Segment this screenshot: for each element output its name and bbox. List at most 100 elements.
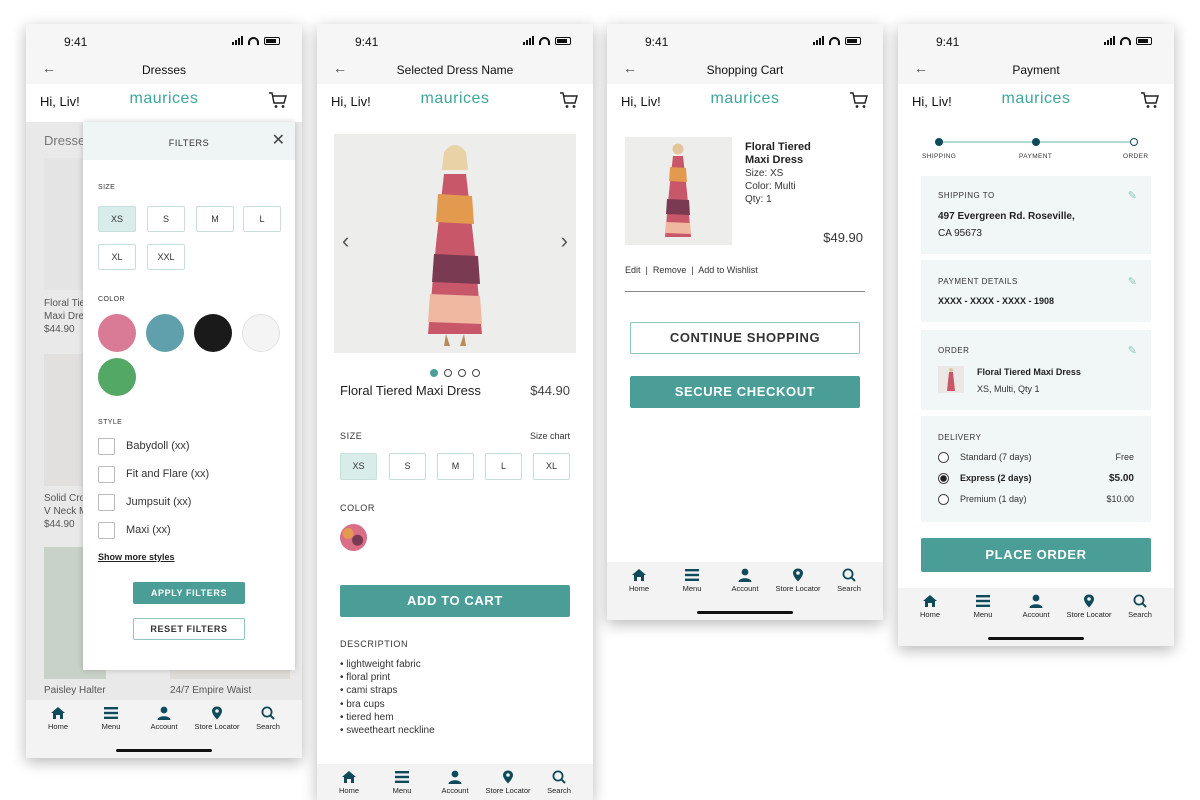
search-icon <box>842 568 856 582</box>
tab-search[interactable]: Search <box>1114 594 1166 619</box>
tab-menu[interactable]: Menu <box>85 706 137 731</box>
cart-item-thumbnail[interactable] <box>625 137 732 245</box>
nav-bar: ← Selected Dress Name <box>317 54 593 84</box>
tab-store-locator[interactable]: Store Locator <box>1063 594 1115 619</box>
tab-home[interactable]: Home <box>904 594 956 619</box>
size-option-l[interactable]: L <box>243 206 281 232</box>
edit-pencil-icon[interactable]: ✎ <box>1128 189 1137 202</box>
size-label: SIZE <box>340 431 363 441</box>
style-checkbox[interactable] <box>98 438 115 455</box>
cart-icon[interactable] <box>1140 91 1160 109</box>
search-icon <box>261 706 275 720</box>
color-swatch-white[interactable] <box>242 314 280 352</box>
delivery-radio-selected[interactable] <box>938 473 949 484</box>
color-swatch-teal[interactable] <box>146 314 184 352</box>
cart-item-actions[interactable]: Edit | Remove | Add to Wishlist <box>625 265 758 275</box>
screen-shopping-cart: 9:41 ← Shopping Cart Hi, Liv! maurices F… <box>607 24 883 620</box>
home-icon <box>632 569 646 581</box>
style-checkbox[interactable] <box>98 466 115 483</box>
size-option-xs[interactable]: XS <box>340 453 377 480</box>
size-option-m[interactable]: M <box>437 453 474 480</box>
tab-store-locator[interactable]: Store Locator <box>772 568 824 593</box>
step-dot-shipping[interactable] <box>935 138 943 146</box>
apply-filters-button[interactable]: APPLY FILTERS <box>133 582 245 604</box>
filters-panel: FILTERS ✕ SIZE XS S M L XL XXL COLOR STY… <box>83 122 295 670</box>
cart-icon[interactable] <box>268 91 288 109</box>
page-title: Shopping Cart <box>706 63 784 77</box>
edit-pencil-icon[interactable]: ✎ <box>1128 344 1137 357</box>
color-swatch-floral[interactable] <box>340 524 367 551</box>
tab-account[interactable]: Account <box>429 770 481 795</box>
product-image-carousel[interactable]: ‹ › <box>334 134 576 353</box>
delivery-radio[interactable] <box>938 494 949 505</box>
delivery-radio[interactable] <box>938 452 949 463</box>
carousel-dot[interactable] <box>472 369 480 377</box>
wifi-icon <box>539 37 550 45</box>
reset-filters-button[interactable]: RESET FILTERS <box>133 618 245 640</box>
tab-account[interactable]: Account <box>719 568 771 593</box>
cart-icon[interactable] <box>849 91 869 109</box>
size-chart-link[interactable]: Size chart <box>530 431 570 441</box>
brand-logo[interactable]: maurices <box>607 90 883 108</box>
delivery-label: DELIVERY <box>938 433 982 442</box>
step-label: SHIPPING <box>922 153 957 160</box>
tab-account[interactable]: Account <box>138 706 190 731</box>
size-option-xs[interactable]: XS <box>98 206 136 232</box>
brand-logo[interactable]: maurices <box>898 90 1174 108</box>
signal-icon <box>1104 36 1115 45</box>
show-more-styles-link[interactable]: Show more styles <box>98 552 175 562</box>
tab-home[interactable]: Home <box>323 770 375 795</box>
tab-home[interactable]: Home <box>613 568 665 593</box>
location-pin-icon <box>503 770 513 784</box>
tab-menu[interactable]: Menu <box>957 594 1009 619</box>
add-to-cart-button[interactable]: ADD TO CART <box>340 585 570 617</box>
status-time: 9:41 <box>936 35 960 49</box>
tab-account[interactable]: Account <box>1010 594 1062 619</box>
step-dot-payment[interactable] <box>1032 138 1040 146</box>
style-checkbox[interactable] <box>98 522 115 539</box>
tab-menu[interactable]: Menu <box>666 568 718 593</box>
home-indicator <box>988 637 1084 640</box>
order-thumbnail <box>938 366 964 393</box>
tab-search[interactable]: Search <box>242 706 294 731</box>
step-label: PAYMENT <box>1019 153 1053 160</box>
size-option-xxl[interactable]: XXL <box>147 244 185 270</box>
edit-pencil-icon[interactable]: ✎ <box>1128 275 1137 288</box>
size-option-s[interactable]: S <box>147 206 185 232</box>
tab-menu[interactable]: Menu <box>376 770 428 795</box>
carousel-next-icon[interactable]: › <box>561 228 568 254</box>
color-swatch-green[interactable] <box>98 358 136 396</box>
delivery-card: DELIVERY Standard (7 days) Free Express … <box>921 416 1151 522</box>
size-option-xl[interactable]: XL <box>98 244 136 270</box>
style-checkbox[interactable] <box>98 494 115 511</box>
carousel-dot-active[interactable] <box>430 369 438 377</box>
tab-store-locator[interactable]: Store Locator <box>482 770 534 795</box>
size-option-xl[interactable]: XL <box>533 453 570 480</box>
brand-logo[interactable]: maurices <box>26 90 302 108</box>
home-indicator <box>697 611 793 614</box>
close-icon[interactable]: ✕ <box>272 133 285 149</box>
tab-home[interactable]: Home <box>32 706 84 731</box>
step-dot-order[interactable] <box>1130 138 1138 146</box>
filters-header: FILTERS ✕ <box>83 122 295 160</box>
style-label: STYLE <box>98 419 123 426</box>
tab-search[interactable]: Search <box>533 770 585 795</box>
tab-store-locator[interactable]: Store Locator <box>191 706 243 731</box>
place-order-button[interactable]: PLACE ORDER <box>921 538 1151 572</box>
description-label: DESCRIPTION <box>340 639 409 649</box>
carousel-dot[interactable] <box>458 369 466 377</box>
home-icon <box>923 595 937 607</box>
size-option-s[interactable]: S <box>389 453 426 480</box>
color-swatch-pink[interactable] <box>98 314 136 352</box>
location-pin-icon <box>793 568 803 582</box>
cart-icon[interactable] <box>559 91 579 109</box>
secure-checkout-button[interactable]: SECURE CHECKOUT <box>630 376 860 408</box>
brand-logo[interactable]: maurices <box>317 90 593 108</box>
color-swatch-black[interactable] <box>194 314 232 352</box>
carousel-dot[interactable] <box>444 369 452 377</box>
size-option-l[interactable]: L <box>485 453 522 480</box>
continue-shopping-button[interactable]: CONTINUE SHOPPING <box>630 322 860 354</box>
carousel-prev-icon[interactable]: ‹ <box>342 228 349 254</box>
tab-search[interactable]: Search <box>823 568 875 593</box>
size-option-m[interactable]: M <box>196 206 234 232</box>
